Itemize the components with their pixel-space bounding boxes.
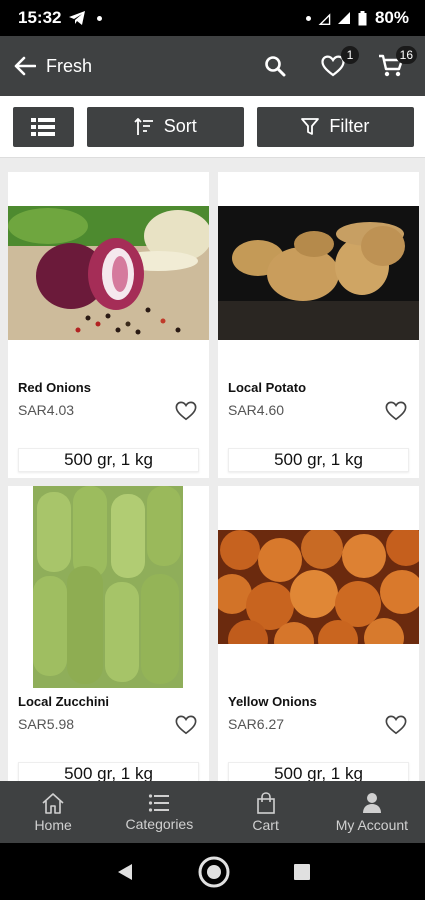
arrow-left-icon: [14, 56, 36, 76]
nav-home-label: Home: [34, 816, 72, 833]
product-name[interactable]: Red Onions: [18, 380, 91, 395]
shopping-bag-icon: [256, 791, 275, 814]
product-image[interactable]: [8, 206, 209, 340]
product-toolbar: Sort Filter: [0, 96, 425, 158]
nav-account[interactable]: My Account: [319, 781, 425, 843]
nav-cart-label: Cart: [252, 816, 279, 833]
battery-percent: 80%: [374, 8, 409, 27]
product-price: SAR4.03: [18, 402, 75, 418]
product-card[interactable]: Local Zucchini SAR5.98 500 gr, 1 kg: [8, 486, 209, 786]
favorite-heart-icon[interactable]: [175, 714, 197, 736]
list-view-button[interactable]: [13, 106, 74, 147]
signal-icon: [337, 12, 350, 24]
nav-cart[interactable]: Cart: [213, 781, 319, 843]
filter-label: Filter: [329, 116, 370, 136]
favorite-heart-icon[interactable]: [385, 714, 407, 736]
nav-account-label: My Account: [335, 816, 409, 833]
status-bar: 15:32 ◿ 80%: [0, 0, 425, 36]
notification-dot-icon: [97, 15, 103, 21]
nav-categories[interactable]: Categories: [106, 781, 212, 843]
user-icon: [362, 792, 381, 813]
back-button[interactable]: Fresh: [14, 56, 92, 77]
cart-button[interactable]: 16: [371, 46, 417, 86]
filter-button[interactable]: Filter: [256, 106, 414, 147]
back-triangle-icon[interactable]: [115, 862, 135, 882]
product-variant-selector[interactable]: 500 gr, 1 kg: [18, 448, 199, 472]
wishlist-count-badge: 1: [341, 46, 359, 64]
product-name[interactable]: Local Potato: [228, 380, 306, 395]
filter-icon: [301, 117, 320, 135]
sort-button[interactable]: Sort: [86, 106, 244, 147]
categories-icon: [149, 793, 170, 812]
search-icon: [265, 56, 286, 77]
telegram-icon: [69, 11, 86, 25]
nav-home[interactable]: Home: [0, 781, 106, 843]
nav-categories-label: Categories: [125, 815, 194, 832]
sort-label: Sort: [163, 116, 197, 136]
product-card[interactable]: Red Onions SAR4.03 500 gr, 1 kg: [8, 172, 209, 478]
recents-square-icon[interactable]: [293, 863, 311, 881]
product-price: SAR6.27: [228, 716, 285, 732]
favorite-heart-icon[interactable]: [385, 400, 407, 422]
product-price: SAR5.98: [18, 716, 75, 732]
product-name[interactable]: Yellow Onions: [228, 694, 317, 709]
product-image[interactable]: [33, 486, 183, 688]
sort-icon: [134, 117, 153, 135]
favorite-heart-icon[interactable]: [175, 400, 197, 422]
home-circle-icon[interactable]: [197, 855, 231, 889]
product-price: SAR4.60: [228, 402, 285, 418]
home-icon: [42, 792, 64, 814]
page-title: Fresh: [46, 55, 93, 76]
product-image[interactable]: [218, 530, 419, 644]
product-image[interactable]: [218, 206, 419, 340]
search-button[interactable]: [255, 46, 295, 86]
list-view-icon: [31, 117, 56, 136]
product-card[interactable]: Local Potato SAR4.60 500 gr, 1 kg: [218, 172, 419, 478]
bottom-navigation: Home Categories Cart My Account: [0, 781, 425, 843]
cart-count-badge: 16: [395, 46, 417, 64]
wifi-off-icon: ◿: [319, 9, 330, 26]
system-navigation-bar: [0, 843, 425, 900]
product-card[interactable]: Yellow Onions SAR6.27 500 gr, 1 kg: [218, 486, 419, 786]
product-name[interactable]: Local Zucchini: [18, 694, 109, 709]
product-variant-selector[interactable]: 500 gr, 1 kg: [228, 448, 409, 472]
notification-dot-icon: [306, 15, 312, 21]
wishlist-button[interactable]: 1: [313, 46, 359, 86]
status-time: 15:32: [18, 8, 62, 27]
app-bar: Fresh 1 16: [0, 36, 425, 96]
battery-icon: [358, 10, 367, 25]
